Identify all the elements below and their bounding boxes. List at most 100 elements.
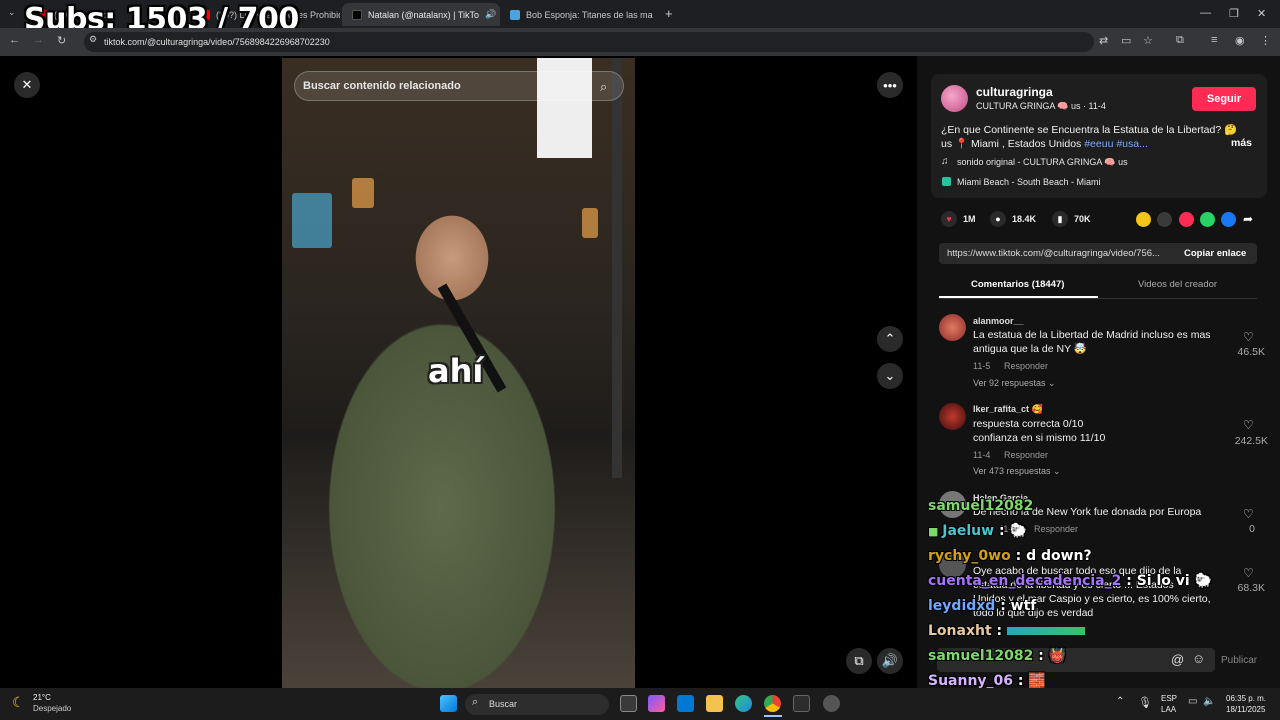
- forward-icon[interactable]: →: [33, 34, 44, 46]
- view-replies-button[interactable]: Ver 92 respuestas ⌄: [973, 378, 1056, 389]
- comment-avatar[interactable]: [939, 314, 966, 341]
- follow-button[interactable]: Seguir: [1192, 87, 1256, 111]
- profile-icon[interactable]: ◉: [1235, 34, 1245, 47]
- clock-time[interactable]: 06:35 p. m.: [1226, 694, 1266, 703]
- comment-text: La estatua de la Libertad de Madrid incl…: [973, 329, 1211, 341]
- tab-list-chevron-icon[interactable]: ⌄: [8, 7, 16, 18]
- comment-username[interactable]: Iker_rafita_ct 🥰: [973, 404, 1043, 415]
- chat-text: : 🐑: [994, 523, 1027, 539]
- copy-link-button[interactable]: Copiar enlace: [1184, 248, 1246, 259]
- picture-in-picture-button[interactable]: ⧉: [846, 648, 872, 674]
- back-icon[interactable]: ←: [9, 34, 20, 46]
- reply-button[interactable]: Responder: [1034, 524, 1078, 534]
- next-video-button[interactable]: ⌄: [877, 363, 903, 389]
- search-icon[interactable]: ⌕: [600, 79, 607, 95]
- related-search-placeholder: Buscar contenido relacionado: [303, 80, 461, 92]
- emoji-picker-icon[interactable]: ☺: [1192, 651, 1205, 666]
- minimize-icon[interactable]: —: [1200, 7, 1211, 19]
- site-info-icon[interactable]: ⚙: [89, 34, 97, 45]
- obs-icon[interactable]: [823, 695, 840, 712]
- chat-user: cuenta_en_decadencia_2: [928, 573, 1122, 589]
- media-control-icon[interactable]: ≡: [1211, 34, 1217, 46]
- clock-date[interactable]: 18/11/2025: [1226, 705, 1265, 714]
- url-text[interactable]: tiktok.com/@culturagringa/video/75689842…: [104, 37, 330, 47]
- comment-username[interactable]: alanmoor__: [973, 316, 1024, 326]
- chat-message: ■ Jaeluw : 🐑: [928, 523, 1027, 539]
- view-replies-button[interactable]: Ver 473 respuestas ⌄: [973, 466, 1061, 477]
- chat-message: samuel12082 : 👹: [928, 648, 1066, 664]
- close-window-icon[interactable]: ✕: [1257, 7, 1266, 20]
- author-name[interactable]: culturagringa: [976, 85, 1053, 99]
- tab-creator-videos[interactable]: Videos del creador: [1138, 279, 1217, 290]
- comment-avatar[interactable]: [939, 403, 966, 430]
- speaker-icon[interactable]: 🔈: [1203, 696, 1215, 707]
- mention-icon[interactable]: @: [1171, 652, 1184, 667]
- windows-start-icon[interactable]: [440, 695, 457, 712]
- translate-icon[interactable]: ⇄: [1099, 34, 1108, 47]
- whatsapp-icon[interactable]: [1200, 212, 1215, 227]
- tab-tiktok[interactable]: Natalan (@natalanx) | TikTo 🔊 ✕: [342, 3, 500, 26]
- store-icon[interactable]: [677, 695, 694, 712]
- window-light: [352, 178, 374, 208]
- network-icon[interactable]: ▭: [1188, 696, 1197, 707]
- share-arrow-icon[interactable]: ➦: [1243, 212, 1253, 226]
- location-link[interactable]: Miami Beach - South Beach - Miami: [957, 177, 1101, 187]
- previous-video-button[interactable]: ⌃: [877, 326, 903, 352]
- weather-temperature[interactable]: 21°C: [33, 693, 51, 702]
- bookmark-icon[interactable]: ▮: [1052, 211, 1068, 227]
- taskbar-search[interactable]: [465, 694, 609, 715]
- comment-like-icon[interactable]: ♡: [1243, 418, 1254, 432]
- bookmark-star-icon[interactable]: ☆: [1143, 34, 1153, 47]
- see-more-link[interactable]: más: [1231, 137, 1252, 149]
- input-language[interactable]: ESP: [1161, 694, 1177, 703]
- embed-code-icon[interactable]: [1157, 212, 1172, 227]
- extensions-icon[interactable]: ⧉: [1176, 34, 1184, 47]
- author-avatar[interactable]: [941, 85, 968, 112]
- hashtag-link[interactable]: #eeuu: [1084, 138, 1113, 150]
- close-video-button[interactable]: ✕: [14, 72, 40, 98]
- cast-icon[interactable]: ▭: [1121, 34, 1131, 47]
- microphone-icon[interactable]: 🎙: [1138, 696, 1152, 709]
- like-heart-icon[interactable]: ♥: [941, 211, 957, 227]
- emoji-share-icon[interactable]: [1136, 212, 1151, 227]
- tab-comments[interactable]: Comentarios (18447): [971, 279, 1064, 290]
- copilot-icon[interactable]: [648, 695, 665, 712]
- volume-button[interactable]: 🔊: [877, 648, 903, 674]
- chrome-icon[interactable]: [764, 695, 781, 712]
- hashtag-link[interactable]: #usa...: [1116, 138, 1148, 150]
- task-view-icon[interactable]: [620, 695, 637, 712]
- comment-like-icon[interactable]: ♡: [1243, 507, 1254, 521]
- music-note-icon: ♫: [941, 156, 949, 167]
- comment-count: 18.4K: [1012, 214, 1037, 224]
- comment-like-icon[interactable]: ♡: [1243, 566, 1254, 580]
- chat-emote: [1007, 627, 1086, 635]
- share-link-text[interactable]: https://www.tiktok.com/@culturagringa/vi…: [947, 248, 1160, 259]
- chat-text: : 🧱: [1013, 673, 1046, 689]
- file-explorer-icon[interactable]: [706, 695, 723, 712]
- moon-weather-icon[interactable]: ☾: [12, 694, 25, 711]
- chat-message: cuenta_en_decadencia_2 : Si lo vi 🐑: [928, 573, 1212, 589]
- audio-playing-icon[interactable]: 🔊: [485, 9, 496, 20]
- weather-description[interactable]: Despejado: [33, 704, 71, 713]
- like-count: 1M: [963, 214, 976, 224]
- menu-dots-icon[interactable]: ⋮: [1260, 34, 1271, 47]
- tab-bob-esponja[interactable]: Bob Esponja: Titanes de las ma ✕: [500, 3, 658, 26]
- publish-button[interactable]: Publicar: [1221, 655, 1257, 666]
- facebook-icon[interactable]: [1221, 212, 1236, 227]
- maximize-icon[interactable]: ❐: [1229, 7, 1239, 20]
- show-hidden-icons-chevron[interactable]: ⌃: [1116, 696, 1124, 707]
- new-tab-button[interactable]: +: [665, 6, 673, 21]
- reload-icon[interactable]: ↻: [57, 34, 66, 47]
- send-icon[interactable]: [1179, 212, 1194, 227]
- more-options-button[interactable]: •••: [877, 72, 903, 98]
- edge-icon[interactable]: [735, 695, 752, 712]
- sound-link[interactable]: sonido original - CULTURA GRINGA 🧠 us: [957, 157, 1128, 168]
- description-line-1: ¿En que Continente se Encuentra la Estat…: [941, 124, 1238, 136]
- reply-button[interactable]: Responder: [1004, 361, 1048, 371]
- app-icon[interactable]: [793, 695, 810, 712]
- comment-like-icon[interactable]: ♡: [1243, 330, 1254, 344]
- comment-bubble-icon[interactable]: ●: [990, 211, 1006, 227]
- reply-button[interactable]: Responder: [1004, 450, 1048, 460]
- tab-label: Bob Esponja: Titanes de las ma: [526, 9, 653, 20]
- input-layout[interactable]: LAA: [1161, 705, 1176, 714]
